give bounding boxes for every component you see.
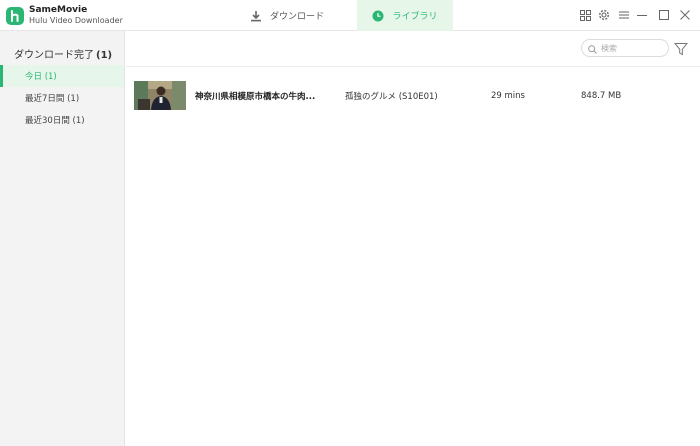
sidebar-header-count: (1): [96, 50, 113, 61]
video-duration: 29 mins: [491, 91, 525, 101]
sidebar-item-last-7-days[interactable]: 最近7日間 (1): [0, 87, 124, 109]
sidebar-item-last-30-days[interactable]: 最近30日間 (1): [0, 109, 124, 131]
filter-icon[interactable]: [673, 41, 689, 56]
table-row[interactable]: 神奈川県相模原市橋本の牛肉... 孤独のグルメ (S10E01) 29 mins…: [126, 77, 700, 115]
sidebar-header[interactable]: ダウンロード完了 (1): [14, 46, 112, 61]
app-name: SameMovie: [29, 5, 88, 15]
close-icon[interactable]: [678, 8, 692, 22]
content-toolbar: [126, 31, 700, 67]
video-episode: 孤独のグルメ (S10E01): [345, 92, 438, 102]
sidebar: ダウンロード完了 (1) 今日 (1) 最近7日間 (1) 最近30日間 (1): [0, 31, 125, 446]
search-icon: [588, 39, 597, 58]
gear-icon[interactable]: [597, 8, 611, 22]
video-size: 848.7 MB: [581, 91, 622, 101]
video-thumbnail: [134, 81, 186, 110]
sidebar-header-label: ダウンロード完了: [14, 50, 94, 61]
sidebar-item-today[interactable]: 今日 (1): [0, 65, 124, 87]
title-bar: SameMovie Hulu Video Downloader ダウンロード ラ…: [0, 0, 700, 31]
menu-icon[interactable]: [617, 8, 631, 22]
minimize-icon[interactable]: [635, 8, 649, 22]
tab-library[interactable]: ライブラリ: [357, 0, 453, 31]
app-logo-icon: [6, 7, 24, 25]
grid-icon[interactable]: [578, 8, 592, 22]
search-box[interactable]: [581, 39, 669, 57]
tab-download[interactable]: ダウンロード: [222, 0, 352, 31]
video-title: 神奈川県相模原市橋本の牛肉...: [195, 92, 316, 102]
maximize-icon[interactable]: [657, 8, 671, 22]
tab-download-label: ダウンロード: [269, 12, 324, 22]
app-subtitle: Hulu Video Downloader: [29, 16, 123, 25]
download-icon: [250, 10, 262, 22]
search-input[interactable]: [601, 43, 661, 53]
clock-icon: [372, 10, 384, 22]
tab-library-label: ライブラリ: [392, 12, 438, 22]
